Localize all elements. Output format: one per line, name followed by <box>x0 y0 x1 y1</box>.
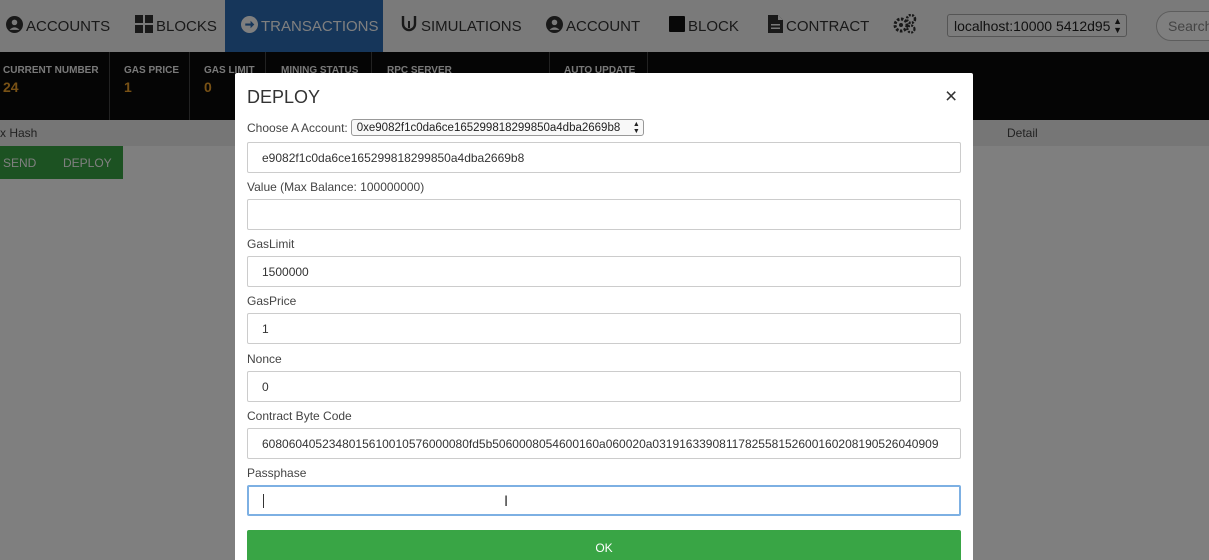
gaslimit-field[interactable]: 1500000 <box>247 256 961 287</box>
nonce-value: 0 <box>262 379 269 394</box>
value-label: Value (Max Balance: 100000000) <box>247 180 425 194</box>
passphrase-field[interactable]: I <box>247 485 961 516</box>
close-icon[interactable]: × <box>945 86 957 107</box>
account-select-value: 0xe9082f1c0da6ce165299818299850a4dba2669… <box>356 121 621 134</box>
deploy-dialog: DEPLOY × Choose A Account: 0xe9082f1c0da… <box>235 73 973 560</box>
address-value: e9082f1c0da6ce165299818299850a4dba2669b8 <box>262 150 525 165</box>
address-field[interactable]: e9082f1c0da6ce165299818299850a4dba2669b8 <box>247 142 961 173</box>
bytecode-value: 6080604052348015610010576000080fd5b50600… <box>262 436 939 451</box>
gasprice-field[interactable]: 1 <box>247 313 961 344</box>
ok-button[interactable]: OK <box>247 530 961 560</box>
gasprice-label: GasPrice <box>247 294 297 308</box>
select-arrows-icon: ▲▼ <box>632 121 640 135</box>
gasprice-value: 1 <box>262 321 269 336</box>
bytecode-label: Contract Byte Code <box>247 409 352 423</box>
dialog-title: DEPLOY <box>247 87 321 107</box>
bytecode-field[interactable]: 6080604052348015610010576000080fd5b50600… <box>247 428 961 459</box>
gaslimit-label: GasLimit <box>247 237 295 251</box>
account-row: Choose A Account: 0xe9082f1c0da6ce165299… <box>247 119 644 136</box>
nonce-field[interactable]: 0 <box>247 371 961 402</box>
text-cursor-icon: I <box>504 494 509 510</box>
nonce-label: Nonce <box>247 352 282 366</box>
gaslimit-value: 1500000 <box>262 264 309 279</box>
value-field[interactable] <box>247 199 961 230</box>
text-caret <box>263 493 264 508</box>
account-label: Choose A Account: <box>247 120 348 135</box>
account-select[interactable]: 0xe9082f1c0da6ce165299818299850a4dba2669… <box>350 119 644 136</box>
passphrase-label: Passphase <box>247 466 307 480</box>
